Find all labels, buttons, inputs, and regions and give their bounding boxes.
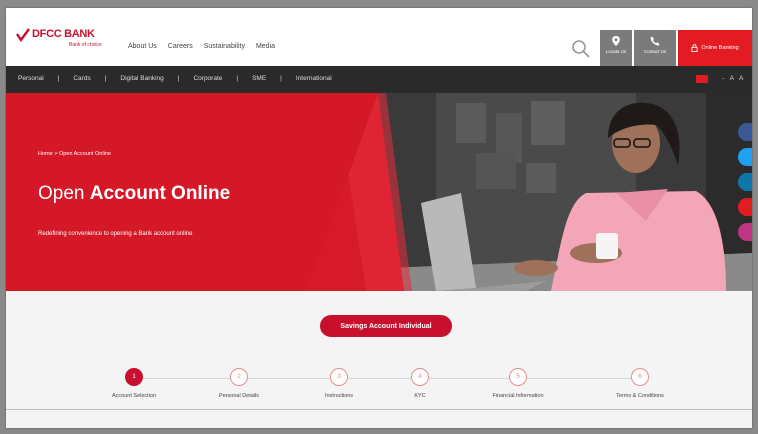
instagram-icon[interactable] — [738, 223, 752, 241]
menu-divider: | — [177, 75, 180, 82]
account-type-button[interactable]: Savings Account Individual — [320, 315, 452, 337]
menu-divider: | — [104, 75, 107, 82]
menu-international[interactable]: International — [296, 75, 332, 82]
step-financial-information[interactable]: 5 Financial Information — [473, 368, 563, 399]
step-number: 5 — [509, 368, 527, 386]
browser-viewport: DFCC BANK Bank of choice About Us Career… — [6, 8, 752, 428]
section-divider — [6, 409, 752, 410]
youtube-icon[interactable] — [738, 198, 752, 216]
step-label: Account Selection — [111, 393, 157, 399]
page-title: Open Account Online — [38, 183, 230, 205]
menu-sme[interactable]: SME — [252, 75, 266, 82]
location-pin-icon — [612, 36, 620, 46]
font-size-controls[interactable]: - A A — [722, 75, 745, 82]
step-number: 2 — [230, 368, 248, 386]
main-menu-bar: Personal | Cards | Digital Banking | Cor… — [6, 66, 752, 93]
main-menu: Personal | Cards | Digital Banking | Cor… — [18, 75, 332, 82]
step-instructions[interactable]: 3 Instructions — [294, 368, 384, 399]
twitter-icon[interactable] — [738, 148, 752, 166]
menu-divider: | — [280, 75, 282, 82]
nav-careers[interactable]: Careers — [168, 43, 193, 50]
nav-sustainability[interactable]: Sustainability — [204, 43, 245, 50]
menu-corporate[interactable]: Corporate — [193, 75, 222, 82]
logo-tagline: Bank of choice — [69, 42, 102, 48]
step-number: 4 — [411, 368, 429, 386]
logo-brand-text: DFCC BANK — [32, 28, 95, 40]
locate-us-button[interactable]: Locate Us — [600, 30, 632, 66]
hero-banner: Home > Open Account Online Open Account … — [6, 93, 752, 291]
step-kyc[interactable]: 4 KYC — [375, 368, 465, 399]
step-number: 6 — [631, 368, 649, 386]
logo-check-icon — [16, 28, 30, 42]
step-number: 3 — [330, 368, 348, 386]
online-banking-button[interactable]: Online Banking — [678, 30, 752, 66]
step-label: Instructions — [324, 393, 354, 399]
top-header: DFCC BANK Bank of choice About Us Career… — [6, 8, 752, 66]
menu-personal[interactable]: Personal — [18, 75, 44, 82]
hero-subtitle: Redefining convenience to opening a Bank… — [38, 231, 193, 237]
step-label: Terms & Conditions — [616, 393, 664, 399]
menu-divider: | — [57, 75, 60, 82]
step-personal-details[interactable]: 2 Personal Details — [194, 368, 284, 399]
contact-us-label: Contact Us — [643, 49, 667, 54]
facebook-icon[interactable] — [738, 123, 752, 141]
page-title-light: Open — [38, 183, 90, 204]
lock-icon — [691, 44, 698, 52]
contact-us-button[interactable]: Contact Us — [634, 30, 676, 66]
nav-about-us[interactable]: About Us — [128, 43, 157, 50]
step-label: Financial Information — [492, 393, 544, 399]
online-banking-label: Online Banking — [701, 45, 739, 51]
language-flag-icon[interactable] — [696, 75, 708, 83]
menu-cards[interactable]: Cards — [73, 75, 90, 82]
step-label: Personal Details — [218, 393, 260, 399]
breadcrumb[interactable]: Home > Open Account Online — [38, 151, 111, 157]
step-terms-conditions[interactable]: 6 Terms & Conditions — [595, 368, 685, 399]
locate-us-label: Locate Us — [605, 49, 627, 54]
dfcc-logo[interactable]: DFCC BANK Bank of choice — [16, 28, 102, 48]
linkedin-icon[interactable] — [738, 173, 752, 191]
step-number: 1 — [125, 368, 143, 386]
phone-icon — [650, 36, 660, 46]
search-icon[interactable] — [571, 39, 591, 59]
menu-divider: | — [236, 75, 239, 82]
page-title-bold: Account Online — [89, 183, 231, 204]
top-navigation: About Us Careers Sustainability Media — [128, 43, 275, 50]
step-account-selection[interactable]: 1 Account Selection — [89, 368, 179, 399]
step-label: KYC — [414, 393, 426, 399]
menu-digital-banking[interactable]: Digital Banking — [120, 75, 163, 82]
nav-media[interactable]: Media — [256, 43, 275, 50]
account-opening-section: Savings Account Individual 1 Account Sel… — [6, 291, 752, 428]
